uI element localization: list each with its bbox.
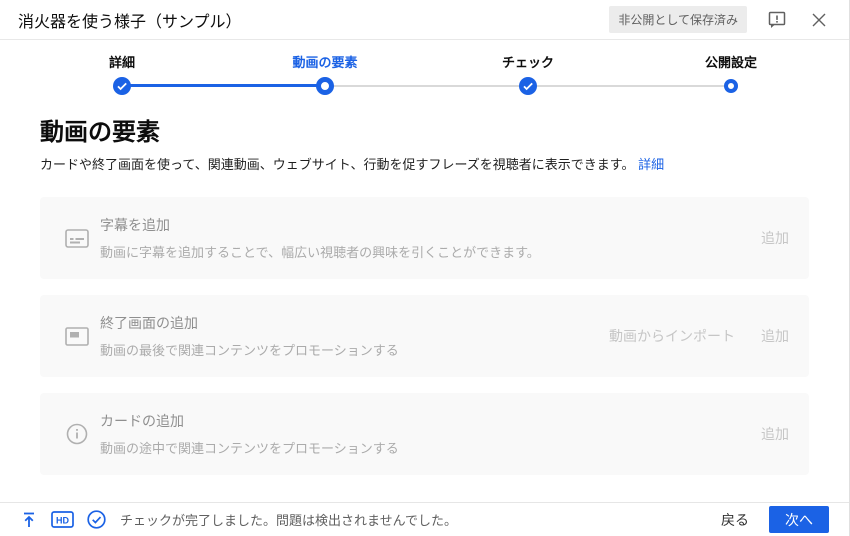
import-from-video-button[interactable]: 動画からインポート xyxy=(609,326,735,346)
option-text: カードの追加 動画の途中で関連コンテンツをプロモーションする xyxy=(100,411,399,457)
dialog-footer: HD チェックが完了しました。問題は検出されませんでした。 戻る 次へ xyxy=(0,502,849,536)
main-content: 動画の要素 カードや終了画面を使って、関連動画、ウェブサイト、行動を促すフレーズ… xyxy=(0,110,849,475)
stepper-segment xyxy=(528,85,731,87)
footer-buttons: 戻る 次へ xyxy=(721,506,829,533)
checks-status-text: チェックが完了しました。問題は検出されませんでした。 xyxy=(120,513,457,528)
option-text: 終了画面の追加 動画の最後で関連コンテンツをプロモーションする xyxy=(100,313,399,359)
next-button[interactable]: 次へ xyxy=(769,506,829,533)
step-checks[interactable]: チェック xyxy=(458,52,598,71)
end-screen-icon xyxy=(65,324,89,348)
step-current-icon[interactable] xyxy=(316,77,334,95)
option-row-end-screen: 終了画面の追加 動画の最後で関連コンテンツをプロモーションする 動画からインポー… xyxy=(40,295,809,377)
add-subtitles-button[interactable]: 追加 xyxy=(761,228,789,248)
page-title: 動画の要素 xyxy=(40,119,160,146)
back-button[interactable]: 戻る xyxy=(721,510,749,530)
option-description: 動画の最後で関連コンテンツをプロモーションする xyxy=(100,343,399,358)
stepper-segment-done xyxy=(122,84,325,87)
svg-text:HD: HD xyxy=(56,515,69,525)
option-description: 動画に字幕を追加することで、幅広い視聴者の興味を引くことができます。 xyxy=(100,245,540,260)
option-title: 字幕を追加 xyxy=(100,217,170,233)
subtitles-icon xyxy=(65,226,89,250)
option-actions: 追加 xyxy=(761,228,789,248)
upload-icon xyxy=(24,512,34,527)
stepper-segment xyxy=(325,85,528,87)
video-title: 消火器を使う様子（サンプル） xyxy=(18,13,242,31)
option-title: カードの追加 xyxy=(100,413,184,429)
feedback-icon[interactable] xyxy=(765,8,789,32)
step-video-elements[interactable]: 動画の要素 xyxy=(255,52,395,71)
step-done-icon[interactable] xyxy=(519,77,537,95)
step-details[interactable]: 詳細 xyxy=(52,52,192,71)
option-row-cards: カードの追加 動画の途中で関連コンテンツをプロモーションする 追加 xyxy=(40,393,809,475)
check-circle-icon xyxy=(87,510,106,529)
step-upcoming-icon[interactable] xyxy=(724,79,738,93)
upload-stepper: 詳細 動画の要素 チェック 公開設定 xyxy=(0,40,849,110)
details-link[interactable]: 詳細 xyxy=(638,157,664,172)
option-text: 字幕を追加 動画に字幕を追加することで、幅広い視聴者の興味を引くことができます。 xyxy=(100,215,540,261)
close-icon[interactable] xyxy=(807,8,831,32)
dialog-header: 消火器を使う様子（サンプル） 非公開として保存済み xyxy=(0,0,849,40)
step-visibility[interactable]: 公開設定 xyxy=(661,52,801,71)
add-card-button[interactable]: 追加 xyxy=(761,424,789,444)
save-status-badge: 非公開として保存済み xyxy=(609,6,747,33)
info-icon xyxy=(65,422,89,446)
add-end-screen-button[interactable]: 追加 xyxy=(761,326,789,346)
page-description-text: カードや終了画面を使って、関連動画、ウェブサイト、行動を促すフレーズを視聴者に表… xyxy=(40,157,635,172)
processing-status-icons: HD xyxy=(20,510,106,529)
option-title: 終了画面の追加 xyxy=(100,315,198,331)
step-done-icon[interactable] xyxy=(113,77,131,95)
header-actions: 非公開として保存済み xyxy=(609,6,831,33)
option-actions: 動画からインポート 追加 xyxy=(609,326,789,346)
video-elements-dialog: 消火器を使う様子（サンプル） 非公開として保存済み 詳細 動画の要素 チェック xyxy=(0,0,850,536)
option-row-subtitles: 字幕を追加 動画に字幕を追加することで、幅広い視聴者の興味を引くことができます。… xyxy=(40,197,809,279)
option-actions: 追加 xyxy=(761,424,789,444)
page-description: カードや終了画面を使って、関連動画、ウェブサイト、行動を促すフレーズを視聴者に表… xyxy=(40,154,809,173)
option-description: 動画の途中で関連コンテンツをプロモーションする xyxy=(100,441,399,456)
hd-icon: HD xyxy=(51,511,74,528)
